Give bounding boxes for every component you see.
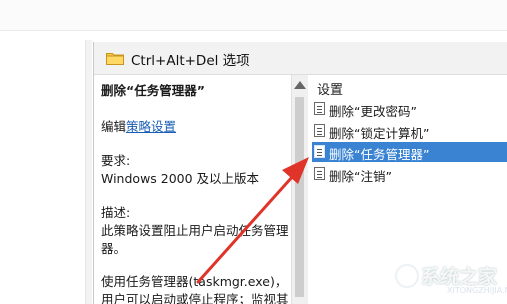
description-text-line: 用户可以启动或停止程序；监视其 — [101, 292, 289, 304]
setting-label: 删除“更改密码” — [329, 104, 417, 119]
folder-icon — [106, 53, 124, 65]
panel-header: Ctrl+Alt+Del 选项 — [94, 42, 507, 75]
setting-row-remove-task-manager[interactable]: 删除“任务管理器” — [312, 142, 507, 162]
description-text-line: 使用任务管理器(taskmgr.exe)， — [101, 274, 288, 289]
requirements-value: Windows 2000 及以上版本 — [101, 171, 260, 186]
watermark-text: 系统之家 — [421, 266, 498, 288]
policy-setting-icon — [314, 102, 325, 115]
panel-title: Ctrl+Alt+Del 选项 — [131, 53, 250, 69]
top-toolbar-strip — [0, 0, 507, 31]
policy-setting-icon — [314, 124, 325, 137]
setting-label: 删除“注销” — [329, 169, 392, 184]
description-label: 描述: — [101, 205, 131, 220]
setting-row-remove-change-password[interactable]: 删除“更改密码” — [312, 99, 507, 119]
policy-name: 删除“任务管理器” — [101, 83, 205, 98]
setting-label: 删除“任务管理器” — [329, 147, 430, 162]
watermark-subtext: XITONGZHIJIA.NET — [447, 286, 507, 295]
requirements-label: 要求: — [101, 153, 131, 168]
policy-setting-icon — [314, 145, 325, 158]
setting-row-remove-logoff[interactable]: 删除“注销” — [312, 164, 507, 184]
setting-label: 删除“锁定计算机” — [329, 126, 430, 141]
scrollbar-thumb[interactable] — [295, 97, 304, 297]
setting-row-remove-lock-computer[interactable]: 删除“锁定计算机” — [312, 121, 507, 141]
scroll-up-arrow-icon[interactable] — [294, 81, 306, 89]
edit-policy-settings-link[interactable]: 策略设置 — [126, 119, 176, 134]
watermark: 系统之家 XITONGZHIJIA.NET — [393, 258, 507, 298]
policy-setting-icon — [314, 167, 325, 180]
policy-description-pane: 删除“任务管理器” 编辑策略设置 要求: Windows 2000 及以上版本 … — [94, 75, 290, 304]
description-text-line: 此策略设置阻止用户启动任务管理 — [101, 223, 289, 238]
navigation-pane — [0, 31, 93, 304]
edit-prefix: 编辑 — [101, 119, 127, 134]
settings-column-header[interactable]: 设置 — [317, 79, 343, 98]
navigation-pane-scrollbar[interactable] — [85, 40, 92, 304]
edit-policy-line: 编辑策略设置 — [101, 119, 176, 135]
description-text-line: 器。 — [101, 241, 127, 256]
watermark-logo-icon — [395, 264, 419, 288]
description-scrollbar[interactable] — [291, 75, 308, 304]
